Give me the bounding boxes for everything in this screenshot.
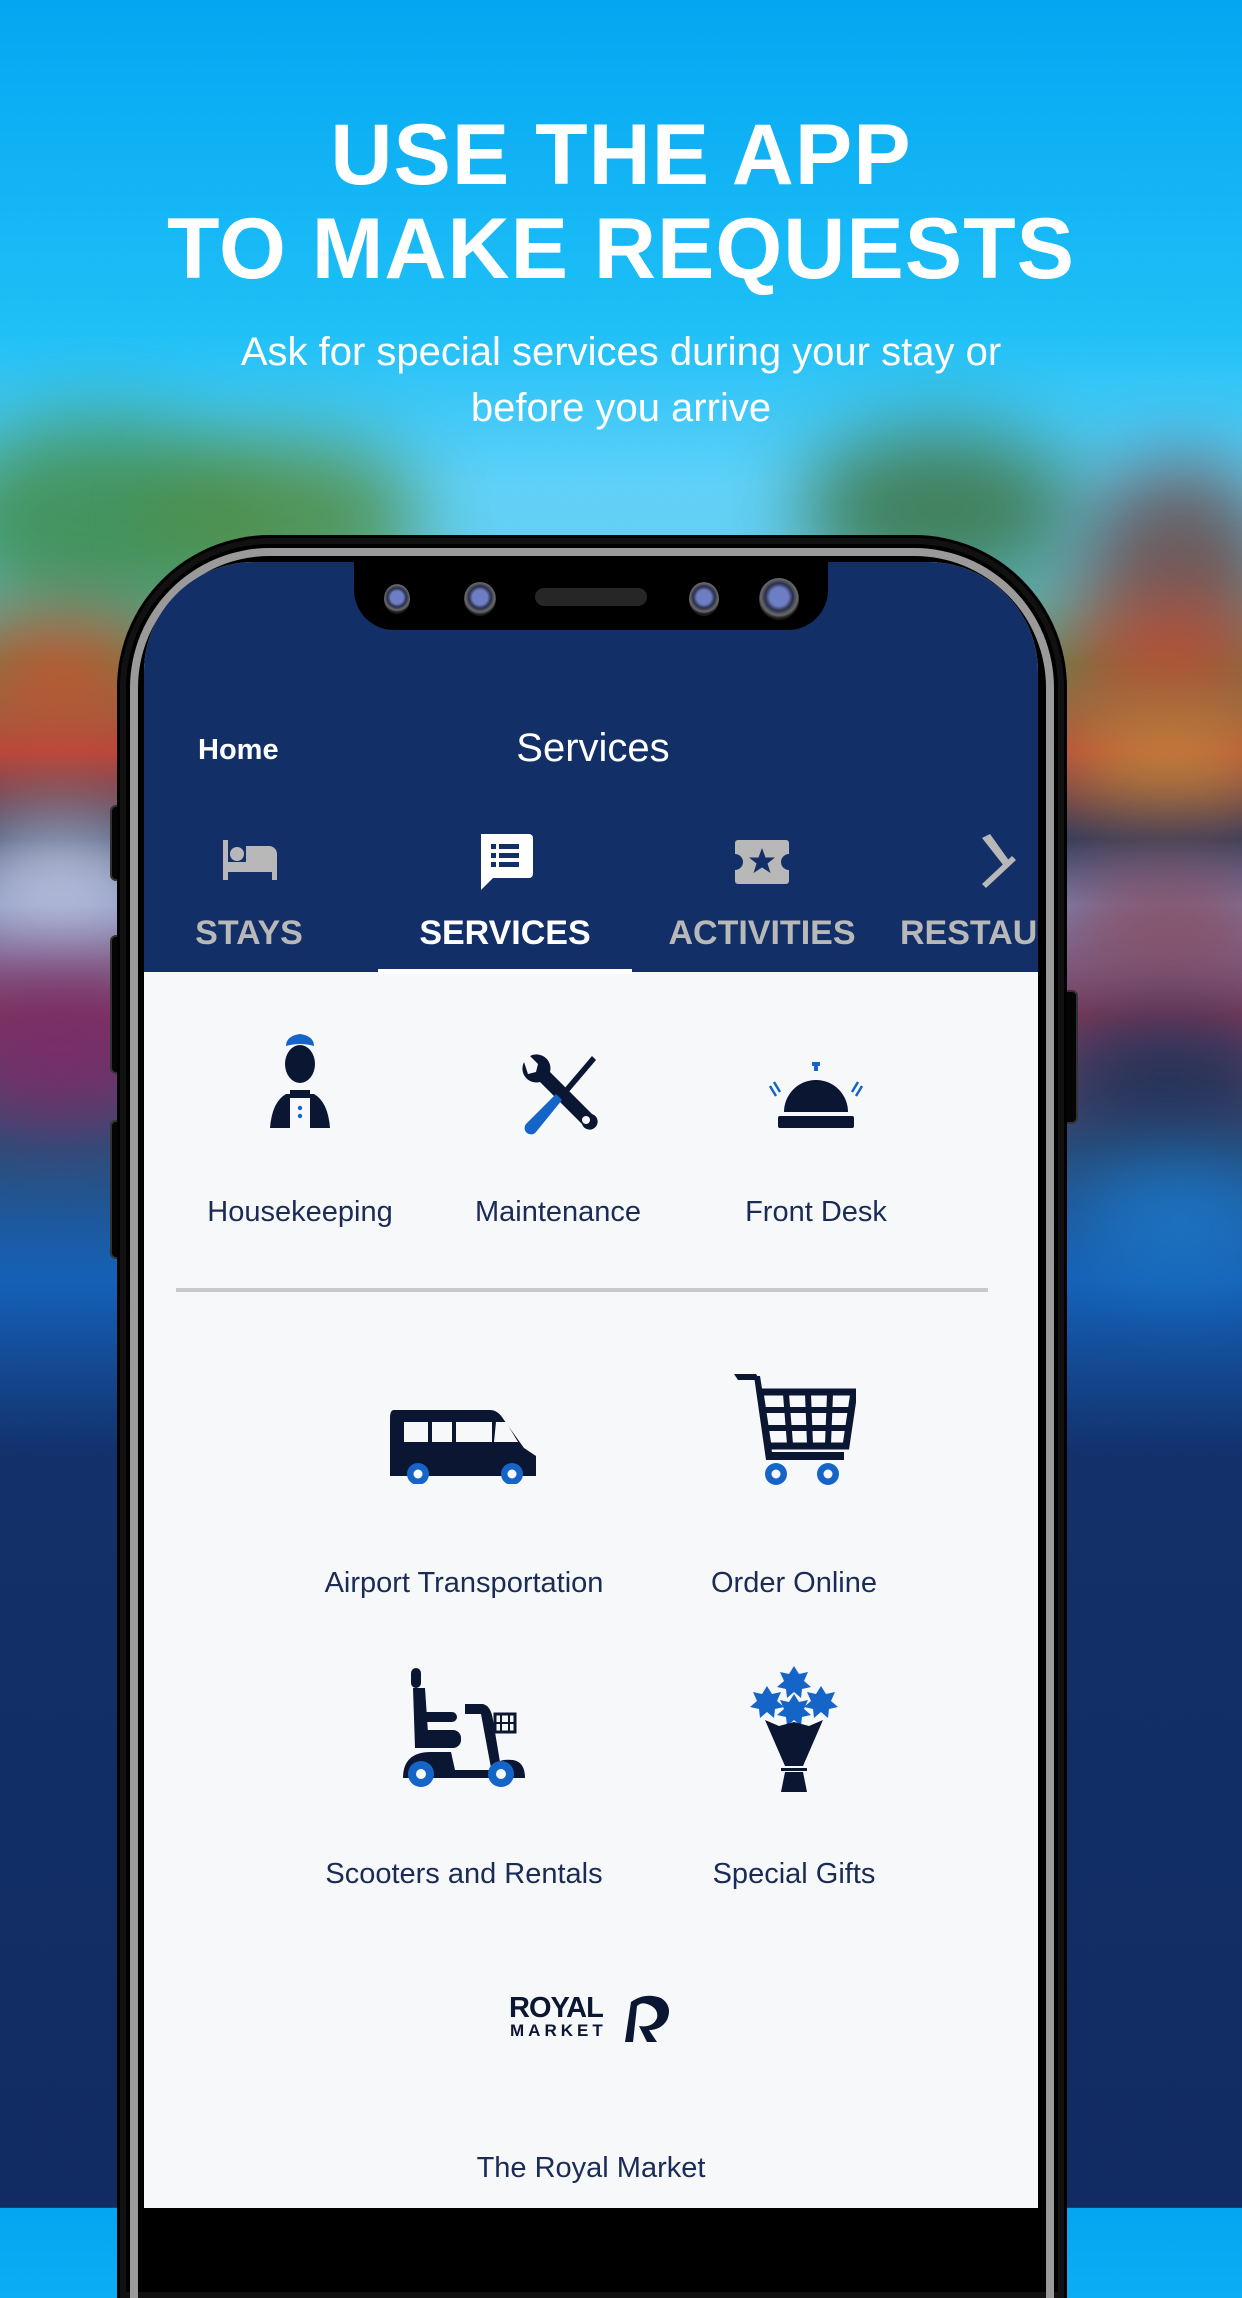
promo-headline: USE THE APP TO MAKE REQUESTS <box>0 108 1242 296</box>
royal-r-emblem-icon <box>625 1995 669 2042</box>
service-housekeeping[interactable]: Housekeeping <box>200 1032 400 1232</box>
bg-blob <box>1060 1020 1242 1140</box>
service-label: Airport Transportation <box>324 1567 604 1599</box>
logo-text-market: MARKET <box>510 2021 607 2040</box>
service-scooters-rentals[interactable]: Scooters and Rentals <box>325 1662 603 1890</box>
van-icon <box>390 1410 536 1484</box>
service-maintenance[interactable]: Maintenance <box>458 1032 658 1232</box>
service-label: Scooters and Rentals <box>325 1858 603 1890</box>
service-front-desk[interactable]: Front Desk <box>716 1032 916 1232</box>
service-airport-transportation[interactable]: Airport Transportation <box>325 1372 603 1599</box>
list-chat-icon <box>481 834 533 890</box>
service-label: Front Desk <box>745 1196 887 1228</box>
phone-power-button <box>1062 990 1078 1124</box>
subline-line-1: Ask for special services during your sta… <box>240 330 1002 374</box>
ticket-star-icon <box>735 840 789 884</box>
active-tab-indicator <box>378 969 632 974</box>
tab-restaurants-label: RESTAU <box>900 914 1038 952</box>
tab-services[interactable]: SERVICES <box>378 832 632 974</box>
utensils-icon <box>982 834 1016 888</box>
tab-stays-label: STAYS <box>195 914 303 952</box>
tab-services-label: SERVICES <box>419 914 591 952</box>
bg-blob <box>1060 860 1242 980</box>
tab-stays[interactable]: STAYS <box>144 832 354 974</box>
tab-activities[interactable]: ACTIVITIES <box>642 832 882 974</box>
headline-line-1: USE THE APP <box>330 107 912 203</box>
service-label: The Royal Market <box>476 2152 706 2184</box>
service-label: Special Gifts <box>712 1858 876 1890</box>
sensor-icon <box>689 582 719 616</box>
section-divider <box>176 1288 988 1292</box>
bg-blob <box>1080 1160 1242 1280</box>
flower-bouquet-icon <box>750 1666 838 1792</box>
app-screen: Home Services STAYS SERVICES ACTIVITIES … <box>144 562 1038 2208</box>
promo-subline: Ask for special services during your sta… <box>0 324 1242 436</box>
camera-icon <box>759 578 799 620</box>
subline-line-2: before you arrive <box>470 386 772 430</box>
service-label: Housekeeping <box>207 1196 393 1228</box>
service-royal-market[interactable]: ROYAL MARKET The Royal Market <box>477 1962 706 2192</box>
app-header: Home Services STAYS SERVICES ACTIVITIES … <box>144 562 1038 974</box>
headline-line-2: TO MAKE REQUESTS <box>167 201 1075 297</box>
service-label: Maintenance <box>474 1196 642 1228</box>
service-bell-icon <box>768 1062 864 1128</box>
screen-title: Services <box>516 726 670 770</box>
bg-blob <box>1060 600 1242 710</box>
sensor-icon <box>384 584 410 614</box>
housekeeper-icon <box>270 1034 330 1128</box>
speaker-grille <box>535 588 647 606</box>
bg-blob <box>1060 720 1242 800</box>
shopping-cart-icon <box>734 1374 856 1485</box>
logo-text-royal: ROYAL <box>509 1992 604 2024</box>
camera-icon <box>464 582 496 616</box>
tab-activities-label: ACTIVITIES <box>668 914 856 952</box>
service-order-online[interactable]: Order Online <box>694 1372 894 1599</box>
service-special-gifts[interactable]: Special Gifts <box>694 1662 894 1890</box>
tab-restaurants[interactable]: RESTAU <box>892 832 1038 974</box>
phone-notch <box>354 562 828 630</box>
bed-icon <box>223 840 277 880</box>
royal-market-logo: ROYAL MARKET <box>509 1992 673 2048</box>
wrench-screwdriver-icon <box>522 1054 598 1135</box>
category-tabs: STAYS SERVICES ACTIVITIES RESTAU <box>144 832 1038 974</box>
service-label: Order Online <box>710 1567 877 1599</box>
mobility-scooter-icon <box>403 1668 525 1787</box>
